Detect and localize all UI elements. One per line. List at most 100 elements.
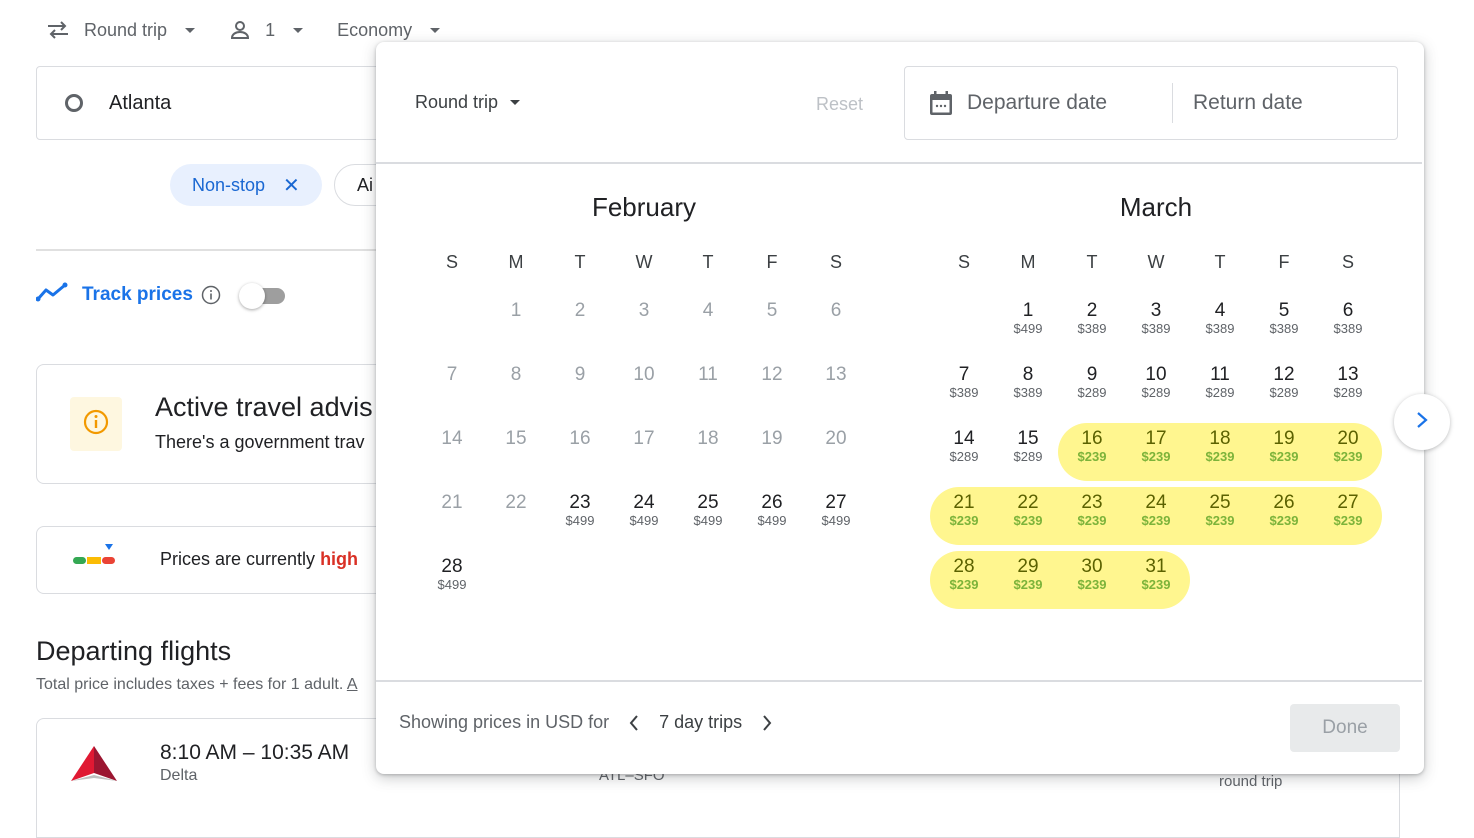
cabin-class-label: Economy — [337, 19, 413, 40]
calendar-day[interactable]: 31 $239 — [1124, 548, 1188, 612]
calendar-day: 22 — [484, 484, 548, 548]
day-number: 10 — [1145, 364, 1167, 385]
day-number: 1 — [510, 300, 522, 321]
departure-date-input[interactable]: Departure date — [905, 83, 1173, 123]
day-price: $499 — [437, 577, 467, 592]
calendar-day[interactable]: 15 $289 — [996, 420, 1060, 484]
next-month-button[interactable] — [1394, 394, 1450, 450]
day-price: $389 — [1013, 385, 1043, 400]
calendar-day[interactable]: 27 $239 — [1316, 484, 1380, 548]
cabin-class-dropdown[interactable]: Economy — [337, 19, 441, 41]
day-price: $239 — [1333, 449, 1363, 464]
calendar-day[interactable]: 10 $289 — [1124, 356, 1188, 420]
calendar-day[interactable]: 28 $239 — [932, 548, 996, 612]
calendar-day[interactable]: 8 $389 — [996, 356, 1060, 420]
picker-trip-type-dropdown[interactable]: Round trip — [415, 92, 521, 113]
close-icon[interactable]: ✕ — [283, 173, 300, 198]
day-number: 27 — [825, 492, 847, 513]
day-number: 22 — [505, 492, 527, 513]
calendar-day[interactable]: 17 $239 — [1124, 420, 1188, 484]
day-price: $389 — [1205, 321, 1235, 336]
empty-cell — [932, 292, 996, 356]
track-prices-toggle[interactable] — [238, 282, 289, 309]
trip-type-dropdown[interactable]: Round trip — [46, 20, 196, 41]
delta-logo-icon — [69, 745, 119, 790]
additional-fees-link[interactable]: A — [347, 676, 358, 693]
day-number: 7 — [446, 364, 458, 385]
day-price: $289 — [1141, 385, 1171, 400]
toggle-knob — [238, 282, 265, 309]
return-date-input[interactable]: Return date — [1173, 91, 1303, 115]
calendar-day: 2 — [548, 292, 612, 356]
calendar-day[interactable]: 2 $389 — [1060, 292, 1124, 356]
calendar-day[interactable]: 16 $239 — [1060, 420, 1124, 484]
calendar-day[interactable]: 5 $389 — [1252, 292, 1316, 356]
price-level: high — [320, 549, 359, 569]
calendar-day[interactable]: 18 $239 — [1188, 420, 1252, 484]
day-price: $239 — [949, 577, 979, 592]
day-number: 6 — [1342, 300, 1354, 321]
info-icon[interactable] — [201, 285, 221, 305]
weekday-label: T — [702, 252, 714, 272]
calendar-day[interactable]: 6 $389 — [1316, 292, 1380, 356]
next-trip-length-button[interactable] — [762, 714, 772, 732]
passengers-dropdown[interactable]: 1 — [229, 19, 304, 41]
reset-button[interactable]: Reset — [816, 94, 863, 115]
nonstop-chip-label: Non-stop — [192, 174, 266, 195]
calendar-day[interactable]: 11 $289 — [1188, 356, 1252, 420]
calendar-day[interactable]: 1 $499 — [996, 292, 1060, 356]
calendar-day: 11 — [676, 356, 740, 420]
calendar-day[interactable]: 21 $239 — [932, 484, 996, 548]
calendar-day[interactable]: 19 $239 — [1252, 420, 1316, 484]
calendar-day[interactable]: 22 $239 — [996, 484, 1060, 548]
calendar-day[interactable]: 28 $499 — [420, 548, 484, 612]
calendar-day[interactable]: 20 $239 — [1316, 420, 1380, 484]
day-number: 23 — [1081, 492, 1103, 513]
calendar-day[interactable]: 29 $239 — [996, 548, 1060, 612]
calendar-day[interactable]: 3 $389 — [1124, 292, 1188, 356]
calendar-day[interactable]: 30 $239 — [1060, 548, 1124, 612]
day-number: 6 — [830, 300, 842, 321]
previous-trip-length-button[interactable] — [629, 714, 639, 732]
chevron-down-icon — [185, 27, 196, 33]
day-number: 8 — [510, 364, 522, 385]
done-button[interactable]: Done — [1290, 704, 1400, 752]
track-prices-label: Track prices — [82, 283, 193, 305]
calendar-day: 1 — [484, 292, 548, 356]
day-price: $239 — [949, 513, 979, 528]
day-number: 11 — [698, 364, 718, 385]
calendar-day[interactable]: 9 $289 — [1060, 356, 1124, 420]
day-price: $239 — [1269, 513, 1299, 528]
calendar-day[interactable]: 13 $289 — [1316, 356, 1380, 420]
calendar-day: 17 — [612, 420, 676, 484]
day-price: $499 — [757, 513, 787, 528]
day-number: 5 — [1278, 300, 1290, 321]
person-icon — [229, 19, 251, 41]
day-number: 19 — [761, 428, 783, 449]
day-price: $239 — [1205, 449, 1235, 464]
calendar-day[interactable]: 4 $389 — [1188, 292, 1252, 356]
day-number: 20 — [825, 428, 847, 449]
day-number: 8 — [1022, 364, 1034, 385]
calendar-day[interactable]: 26 $499 — [740, 484, 804, 548]
day-price: $239 — [1077, 449, 1107, 464]
weekday-label: W — [635, 252, 653, 272]
calendar-day[interactable]: 25 $499 — [676, 484, 740, 548]
calendar-day[interactable]: 23 $239 — [1060, 484, 1124, 548]
calendar-day[interactable]: 26 $239 — [1252, 484, 1316, 548]
calendar-day[interactable]: 7 $389 — [932, 356, 996, 420]
calendar-day[interactable]: 12 $289 — [1252, 356, 1316, 420]
calendar-day: 12 — [740, 356, 804, 420]
nonstop-filter-chip[interactable]: Non-stop ✕ — [170, 164, 322, 206]
day-number: 31 — [1145, 556, 1167, 577]
calendar-day[interactable]: 25 $239 — [1188, 484, 1252, 548]
calendar-day[interactable]: 14 $289 — [932, 420, 996, 484]
day-price: $289 — [1269, 385, 1299, 400]
calendar-day[interactable]: 23 $499 — [548, 484, 612, 548]
calendar-day[interactable]: 24 $499 — [612, 484, 676, 548]
day-number: 3 — [1150, 300, 1162, 321]
calendar-day[interactable]: 27 $499 — [804, 484, 868, 548]
day-price: $239 — [1013, 577, 1043, 592]
calendar-day[interactable]: 24 $239 — [1124, 484, 1188, 548]
day-number: 27 — [1337, 492, 1359, 513]
